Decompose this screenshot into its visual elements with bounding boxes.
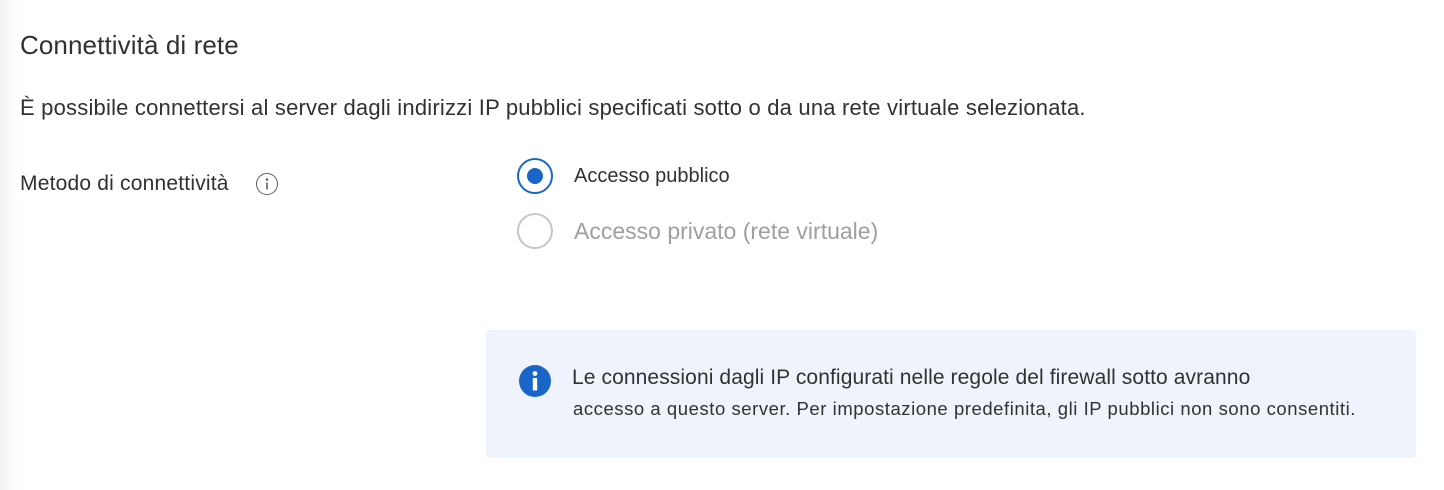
info-message-line1: Le connessioni dagli IP configurati nell… bbox=[572, 366, 1251, 389]
radio-label-public-access: Accesso pubblico bbox=[574, 164, 730, 187]
info-message-bar: Le connessioni dagli IP configurati nell… bbox=[486, 330, 1416, 458]
section-title: Connettività di rete bbox=[20, 30, 239, 60]
connectivity-method-field: Metodo di connettività bbox=[16, 166, 278, 202]
network-connectivity-page: Connettività di rete È possibile connett… bbox=[0, 0, 1444, 490]
radio-option-public-access[interactable]: Accesso pubblico bbox=[517, 157, 878, 195]
info-message-line2: accesso a questo server. Per impostazion… bbox=[573, 398, 1356, 419]
radio-option-private-access[interactable]: Accesso privato (rete virtuale) bbox=[517, 212, 878, 250]
info-circle-icon[interactable] bbox=[255, 173, 278, 195]
radio-selected-dot bbox=[527, 168, 543, 184]
section-description: È possibile connettersi al server dagli … bbox=[20, 95, 1086, 120]
radio-label-private-access: Accesso privato (rete virtuale) bbox=[574, 217, 879, 244]
radio-button-checked[interactable] bbox=[517, 158, 553, 194]
connectivity-method-label: Metodo di connettività bbox=[20, 172, 229, 195]
connectivity-method-radio-group: Accesso pubblico Accesso privato (rete v… bbox=[517, 157, 878, 250]
radio-button-unchecked[interactable] bbox=[517, 213, 553, 249]
info-filled-icon bbox=[519, 365, 551, 397]
